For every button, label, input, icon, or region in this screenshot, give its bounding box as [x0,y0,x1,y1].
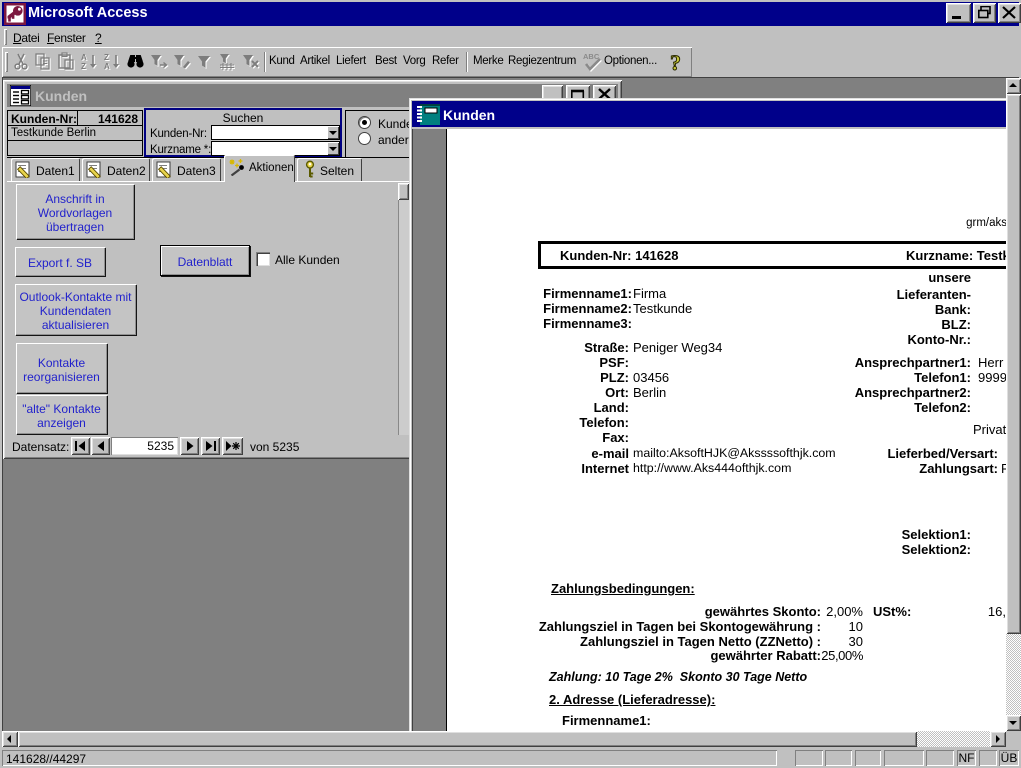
svg-text:?: ? [670,51,681,73]
svg-text:ABC: ABC [583,52,600,61]
